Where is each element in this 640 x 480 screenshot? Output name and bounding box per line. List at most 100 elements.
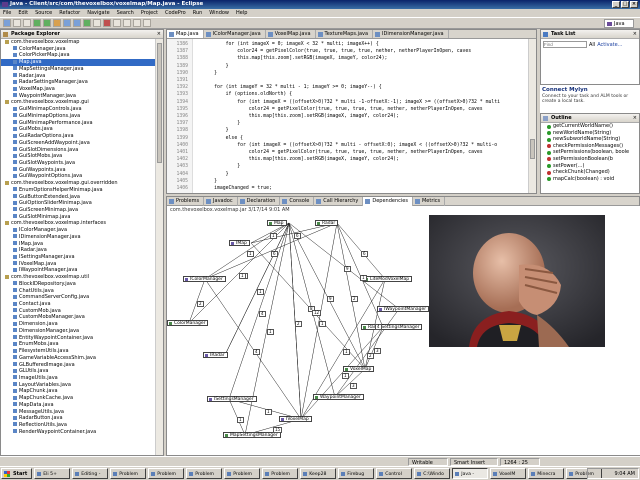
java-file-node[interactable]: EnumMobs.java xyxy=(1,341,156,348)
taskbar-task[interactable]: VoxelM xyxy=(490,467,527,479)
java-file-node[interactable]: EntityWaypointContainer.java xyxy=(1,335,156,342)
menu-project[interactable]: Project xyxy=(141,9,158,17)
taskbar-task[interactable]: Problem xyxy=(262,467,299,479)
java-file-node[interactable]: BlockIDRepository.java xyxy=(1,281,156,288)
java-file-node[interactable]: GuiSlotDimensions.java xyxy=(1,147,156,154)
menu-source[interactable]: Source xyxy=(35,9,52,17)
bottom-tab[interactable]: Metrics xyxy=(413,197,446,206)
java-file-node[interactable]: GuiSlotMinimap.java xyxy=(1,214,156,221)
package-node[interactable]: com.thevoxelbox.voxelmap xyxy=(1,39,156,46)
bottom-tab[interactable]: Declaration xyxy=(238,197,281,206)
menu-navigate[interactable]: Navigate xyxy=(87,9,109,17)
editor-tab[interactable]: VoxelMap.java xyxy=(266,30,316,38)
mylyn-text[interactable]: Connect to your task and ALM tools or cr… xyxy=(542,94,638,104)
code-editor[interactable]: 1386 for (int imageX = 0; imageX < 32 * … xyxy=(167,39,530,193)
dependency-node[interactable]: LiteModVoxelMap xyxy=(363,276,413,282)
java-file-node[interactable]: RadarSettingsManager.java xyxy=(1,79,156,86)
package-node[interactable]: com.thevoxelbox.voxelmap.interfaces xyxy=(1,220,156,227)
java-file-node[interactable]: CommandServerConfig.java xyxy=(1,294,156,301)
dependency-node[interactable]: IMap xyxy=(229,240,250,246)
java-file-node[interactable]: ImageUtils.java xyxy=(1,375,156,382)
outline-item[interactable]: mapCalc(boolean) : void xyxy=(541,176,639,183)
java-file-node[interactable]: IVoxelMap.java xyxy=(1,261,156,268)
java-file-node[interactable]: MapChunk.java xyxy=(1,388,156,395)
outline-item[interactable]: newWorldName(String) xyxy=(541,130,639,137)
java-file-node[interactable]: MessageUtils.java xyxy=(1,409,156,416)
java-file-node[interactable]: VoxelMap.java xyxy=(1,86,156,93)
taskbar-task[interactable]: Editing - xyxy=(72,467,109,479)
editor-tab[interactable]: Map.java xyxy=(167,30,204,38)
new-icon[interactable] xyxy=(3,19,11,27)
perspective-java[interactable]: Java xyxy=(604,19,634,28)
new-package-icon[interactable] xyxy=(73,19,81,27)
editor-tab[interactable]: IDimensionManager.java xyxy=(373,30,449,38)
java-file-node[interactable]: CustomMob.java xyxy=(1,308,156,315)
java-file-node[interactable]: MapSettingsManager.java xyxy=(1,66,156,73)
java-file-node[interactable]: GuiSlotWaypoints.java xyxy=(1,160,156,167)
new-java-project-icon[interactable] xyxy=(63,19,71,27)
java-file-node[interactable]: Map.java xyxy=(1,59,156,66)
editor-tab[interactable]: TextureMaps.java xyxy=(316,30,374,38)
java-file-node[interactable]: GuiScreenMinimap.java xyxy=(1,207,156,214)
outline-item[interactable]: setPower(...) xyxy=(541,163,639,170)
taskbar-task[interactable]: Problem xyxy=(186,467,223,479)
java-file-node[interactable]: GuiButtonExtended.java xyxy=(1,194,156,201)
view-close-icon[interactable]: × xyxy=(633,30,637,39)
all-filter-label[interactable]: All xyxy=(589,42,595,48)
java-file-node[interactable]: DimensionManager.java xyxy=(1,328,156,335)
taskbar-task[interactable]: Eli 5+ xyxy=(34,467,71,479)
task-find-input[interactable] xyxy=(543,41,587,48)
taskbar-task[interactable]: Problem xyxy=(148,467,185,479)
bottom-tab[interactable]: Call Hierarchy xyxy=(314,197,364,206)
java-file-node[interactable]: GuiSlotMobs.java xyxy=(1,153,156,160)
outline-list[interactable]: getCurrentWorldName() newWorldName(String… xyxy=(541,123,639,182)
activate-link[interactable]: Activate... xyxy=(597,42,622,48)
java-file-node[interactable]: GuiMinimapOptions.java xyxy=(1,113,156,120)
menu-window[interactable]: Window xyxy=(209,9,229,17)
java-file-node[interactable]: ISettingsManager.java xyxy=(1,254,156,261)
outline-item[interactable]: checkChunk(Changed) xyxy=(541,169,639,176)
java-file-node[interactable]: IColorManager.java xyxy=(1,227,156,234)
java-file-node[interactable]: ColorPickerMap.java xyxy=(1,52,156,59)
package-node[interactable]: com.thevoxelbox.voxelmap.util xyxy=(1,274,156,281)
next-annotation-icon[interactable] xyxy=(113,19,121,27)
java-file-node[interactable]: RadarButton.java xyxy=(1,415,156,422)
java-file-node[interactable]: GuiWaypointOptions.java xyxy=(1,173,156,180)
java-file-node[interactable]: ReflectionUtils.java xyxy=(1,422,156,429)
outline-item[interactable]: setPermissionBoolean(b xyxy=(541,156,639,163)
package-explorer-scrollbar[interactable] xyxy=(155,39,163,455)
dependency-node[interactable]: Map xyxy=(267,220,287,226)
java-file-node[interactable]: ChatUtils.java xyxy=(1,288,156,295)
java-file-node[interactable]: Dimension.java xyxy=(1,321,156,328)
dependency-node[interactable]: ISettingsManager xyxy=(207,396,257,402)
java-file-node[interactable]: IMap.java xyxy=(1,241,156,248)
java-file-node[interactable]: EnumOptionsHelperMinimap.java xyxy=(1,187,156,194)
run-icon[interactable] xyxy=(43,19,51,27)
taskbar-task[interactable]: Java - xyxy=(452,467,489,479)
menu-edit[interactable]: Edit xyxy=(18,9,28,17)
outline-item[interactable]: setPermissions(boolean, boole xyxy=(541,149,639,156)
java-file-node[interactable]: GLBufferedImage.java xyxy=(1,362,156,369)
previous-annotation-icon[interactable] xyxy=(123,19,131,27)
java-file-node[interactable]: GuiMobs.java xyxy=(1,126,156,133)
package-node[interactable]: com.thevoxelbox.voxelmap.gui.overridden xyxy=(1,180,156,187)
bottom-tab[interactable]: Dependencies xyxy=(363,197,413,206)
java-file-node[interactable]: Radar.java xyxy=(1,73,156,80)
menu-help[interactable]: Help xyxy=(236,9,247,17)
dependency-node[interactable]: IVoxelMap xyxy=(279,416,312,422)
java-file-node[interactable]: GuiOptionSliderMinimap.java xyxy=(1,200,156,207)
java-file-node[interactable]: Contact.java xyxy=(1,301,156,308)
bottom-tab[interactable]: Problems xyxy=(167,197,205,206)
java-file-node[interactable]: GuiMinimapControls.java xyxy=(1,106,156,113)
editor-scrollbar[interactable] xyxy=(528,39,536,193)
java-file-node[interactable]: IRadar.java xyxy=(1,247,156,254)
outline-item[interactable]: checkPermissionMessages() xyxy=(541,143,639,150)
outline-item[interactable]: getCurrentWorldName() xyxy=(541,123,639,130)
java-file-node[interactable]: CustomMobsManager.java xyxy=(1,314,156,321)
debug-icon[interactable] xyxy=(33,19,41,27)
menu-codepro[interactable]: CodePro xyxy=(165,9,186,17)
java-file-node[interactable]: GuiScreenAddWaypoint.java xyxy=(1,140,156,147)
java-file-node[interactable]: FilesystemUtils.java xyxy=(1,348,156,355)
java-file-node[interactable]: MapData.java xyxy=(1,402,156,409)
dependency-node[interactable]: IColorManager xyxy=(183,276,226,282)
